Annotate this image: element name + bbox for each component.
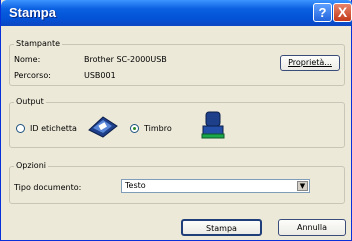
printer-group: Stampante Nome: Brother SC-2000USB Perco…: [9, 39, 345, 86]
output-group-legend: Output: [14, 97, 46, 106]
printer-path-label: Percorso:: [14, 71, 51, 80]
print-dialog: Stampa ? X Stampante Nome: Brother SC-20…: [0, 0, 352, 241]
printer-group-legend: Stampante: [14, 39, 63, 48]
help-button[interactable]: ?: [313, 3, 332, 22]
cancel-button-label: Annulla: [296, 223, 328, 232]
properties-button[interactable]: Proprietà...: [280, 55, 340, 71]
title-bar: Stampa ? X: [1, 0, 352, 26]
window-title: Stampa: [9, 5, 56, 20]
close-button[interactable]: X: [333, 3, 352, 22]
doc-type-label: Tipo documento:: [14, 183, 82, 192]
radio-stamp-text: Timbro: [144, 124, 172, 133]
doc-type-value: Testo: [125, 181, 146, 190]
output-group: Output ID etichetta Timbro: [9, 97, 345, 148]
doc-type-select[interactable]: Testo ▼: [121, 179, 310, 193]
radio-stamp[interactable]: [130, 124, 139, 133]
options-group: Opzioni Tipo documento: Testo ▼: [9, 161, 345, 204]
id-label-icon: [88, 116, 118, 138]
stamp-icon: [201, 111, 225, 139]
printer-name-value: Brother SC-2000USB: [84, 55, 167, 64]
print-button[interactable]: Stampa: [181, 219, 262, 236]
printer-name-label: Nome:: [14, 55, 41, 64]
radio-id-label[interactable]: [16, 124, 25, 133]
chevron-down-icon[interactable]: ▼: [297, 181, 308, 191]
print-button-label: Stampa: [206, 224, 237, 233]
cancel-button[interactable]: Annulla: [278, 219, 346, 236]
properties-button-label: Proprietà...: [288, 58, 332, 67]
radio-id-label-text: ID etichetta: [30, 124, 77, 133]
options-group-legend: Opzioni: [14, 161, 48, 170]
printer-path-value: USB001: [84, 71, 116, 80]
